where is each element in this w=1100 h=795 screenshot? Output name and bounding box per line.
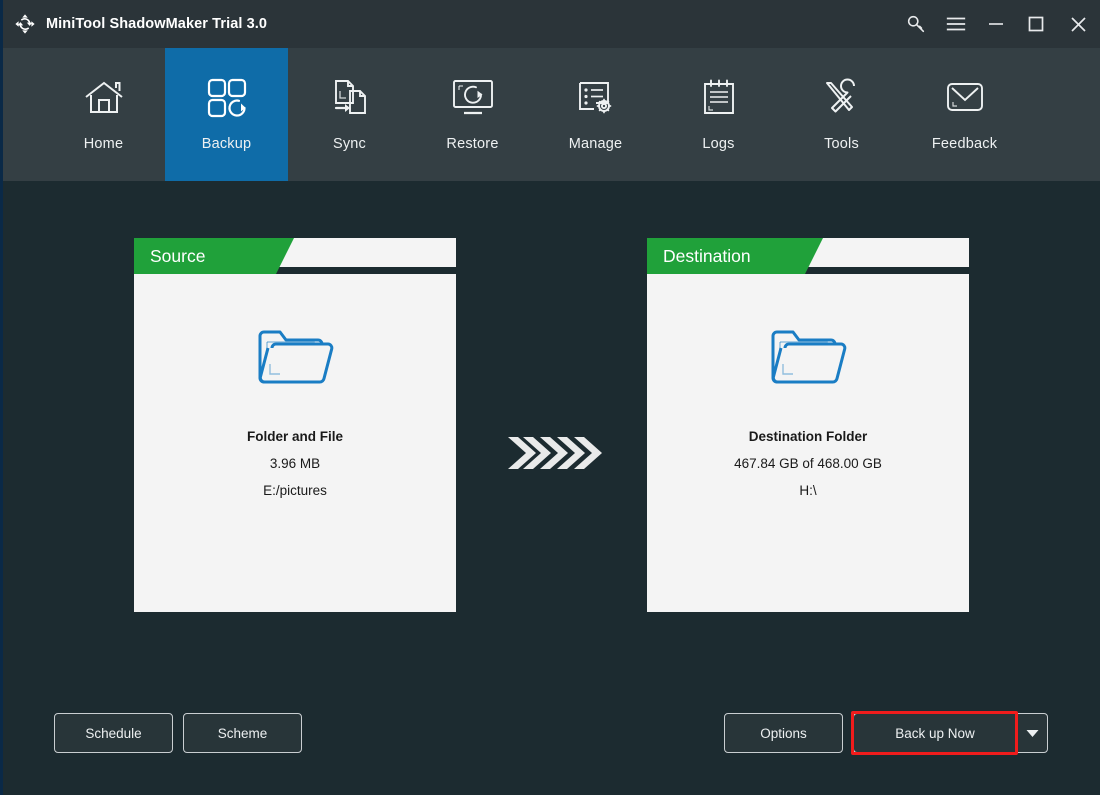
tools-wrench-screwdriver-icon [820,71,864,125]
logs-notepad-icon [699,71,739,125]
nav-label: Logs [702,136,735,152]
scheme-button[interactable]: Scheme [183,713,302,753]
nav-item-logs[interactable]: Logs [657,48,780,181]
folder-icon [254,315,336,397]
backup-grid-icon [205,71,249,125]
nav-label: Manage [568,136,623,152]
source-path: E:/pictures [263,483,327,498]
app-logo-icon [13,12,37,36]
source-panel[interactable]: Source Folder and File 3.96 MB E:/pictur… [134,238,456,612]
destination-tab-label: Destination [647,238,823,274]
minimize-icon[interactable] [976,0,1016,48]
nav-item-manage[interactable]: Manage [534,48,657,181]
triple-chevron-right-icon [506,429,604,477]
destination-panel-header: Destination [647,238,969,274]
restore-monitor-icon [450,71,496,125]
source-title: Folder and File [246,429,343,444]
folder-icon [767,315,849,397]
title-bar: MiniTool ShadowMaker Trial 3.0 [3,0,1100,48]
nav-label: Restore [446,136,499,152]
destination-panel-body[interactable]: Destination Folder 467.84 GB of 468.00 G… [647,274,969,612]
key-icon[interactable] [896,0,936,48]
back-up-now-button[interactable]: Back up Now [853,713,1016,753]
app-window: MiniTool ShadowMaker Trial 3.0 Home Back… [0,0,1100,795]
nav-label: Feedback [931,136,998,152]
source-size: 3.96 MB [269,456,321,471]
chevron-down-icon[interactable] [1016,713,1048,753]
schedule-button[interactable]: Schedule [54,713,173,753]
destination-size: 467.84 GB of 468.00 GB [734,456,882,471]
menu-icon[interactable] [936,0,976,48]
nav-label: Home [83,136,124,152]
nav-label: Sync [332,136,367,152]
feedback-envelope-icon [943,71,987,125]
destination-title: Destination Folder [748,429,868,444]
nav-item-sync[interactable]: Sync [288,48,411,181]
close-icon[interactable] [1056,0,1100,48]
window-title: MiniTool ShadowMaker Trial 3.0 [46,16,268,32]
home-icon [82,71,126,125]
nav-label: Backup [201,136,252,152]
nav-item-backup[interactable]: Backup [165,48,288,181]
source-tab-label: Source [134,238,294,274]
main-navigation: Home Backup Sync Restore Manage Logs Too… [3,48,1100,181]
options-button[interactable]: Options [724,713,843,753]
source-panel-body[interactable]: Folder and File 3.96 MB E:/pictures [134,274,456,612]
source-panel-header: Source [134,238,456,274]
destination-panel[interactable]: Destination Destination Folder 467.84 GB… [647,238,969,612]
nav-item-home[interactable]: Home [42,48,165,181]
nav-item-tools[interactable]: Tools [780,48,903,181]
backup-page-content: Source Folder and File 3.96 MB E:/pictur… [3,181,1100,795]
nav-item-restore[interactable]: Restore [411,48,534,181]
backup-now-group: Back up Now [853,713,1048,753]
destination-path: H:\ [799,483,817,498]
nav-label: Tools [824,136,859,152]
sync-files-icon [328,71,372,125]
manage-list-gear-icon [574,71,618,125]
maximize-icon[interactable] [1016,0,1056,48]
nav-item-feedback[interactable]: Feedback [903,48,1026,181]
